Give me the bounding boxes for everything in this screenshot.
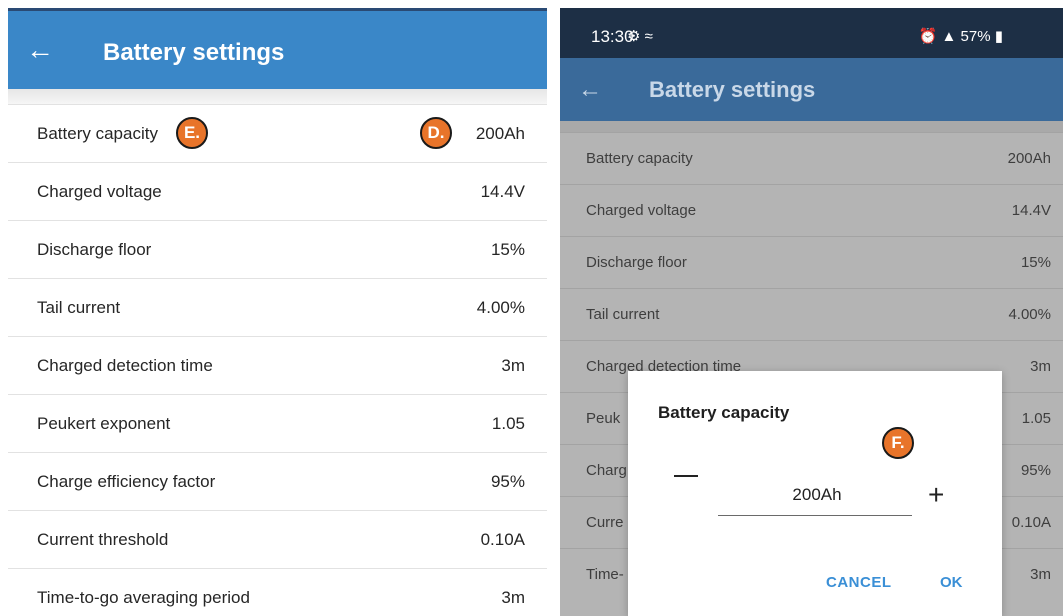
- setting-label: Time-to-go averaging period: [37, 588, 250, 607]
- setting-row-charge-efficiency-factor[interactable]: Charge efficiency factor 95%: [8, 452, 547, 510]
- alarm-icon: ⏰: [918, 28, 938, 45]
- setting-label: Tail current: [586, 306, 660, 323]
- app-bar-shadow: [8, 89, 547, 104]
- battery-settings-screen-right: 13:30 ⚙ ≈ ⏰ ▲ 57% ▮ ← Battery settings B…: [560, 8, 1063, 616]
- app-bar: ← Battery settings: [560, 58, 1063, 121]
- setting-value: 95%: [490, 472, 525, 491]
- battery-settings-screen-left: ← Battery settings Battery capacity 200A…: [8, 8, 547, 616]
- setting-value: 4.00%: [1008, 306, 1051, 323]
- decrement-button[interactable]: [674, 475, 698, 477]
- status-right-icons: ⏰ ▲ 57% ▮: [919, 27, 1003, 45]
- setting-label: Current threshold: [37, 530, 169, 549]
- setting-value: 3m: [1030, 566, 1051, 583]
- page-title: Battery settings: [649, 77, 816, 102]
- setting-label: Peuk: [586, 410, 621, 427]
- increment-button[interactable]: +: [928, 481, 944, 509]
- ok-button[interactable]: OK: [940, 574, 963, 591]
- back-arrow-icon[interactable]: ←: [26, 35, 54, 65]
- capacity-field[interactable]: [718, 479, 916, 516]
- setting-value: 0.10A: [480, 530, 525, 549]
- setting-value: 14.4V: [1011, 202, 1051, 219]
- annotation-marker-e: E.: [176, 117, 208, 149]
- setting-value: 14.4V: [480, 182, 525, 201]
- signal-icon: ▲: [941, 28, 957, 45]
- capacity-input[interactable]: [718, 479, 916, 511]
- setting-value: 200Ah: [1007, 150, 1051, 167]
- battery-percentage: 57%: [960, 28, 991, 45]
- setting-label: Discharge floor: [586, 254, 687, 271]
- setting-label: Battery capacity: [37, 124, 158, 143]
- setting-value: 3m: [1030, 358, 1051, 375]
- setting-value: 200Ah: [475, 124, 525, 143]
- setting-row-discharge-floor[interactable]: Discharge floor 15%: [8, 220, 547, 278]
- setting-value: 15%: [490, 240, 525, 259]
- setting-label: Charg: [586, 462, 627, 479]
- setting-row-charged-voltage[interactable]: Charged voltage 14.4V: [560, 184, 1063, 236]
- app-bar: ← Battery settings: [8, 11, 547, 89]
- setting-row-tail-current[interactable]: Tail current 4.00%: [560, 288, 1063, 340]
- setting-value: 1.05: [1021, 410, 1051, 427]
- setting-label: Charge efficiency factor: [37, 472, 216, 491]
- annotation-marker-d: D.: [420, 117, 452, 149]
- setting-row-charged-voltage[interactable]: Charged voltage 14.4V: [8, 162, 547, 220]
- dialog-title: Battery capacity: [658, 403, 790, 422]
- setting-value: 95%: [1020, 462, 1051, 479]
- cancel-button[interactable]: CANCEL: [826, 574, 892, 591]
- setting-value: 1.05: [491, 414, 525, 433]
- setting-label: Discharge floor: [37, 240, 152, 259]
- setting-label: Time-: [586, 566, 624, 583]
- app-bar-shadow: [560, 121, 1063, 132]
- battery-capacity-dialog: Battery capacity F. + CANCEL OK: [628, 371, 1002, 616]
- setting-row-battery-capacity[interactable]: Battery capacity 200Ah E. D.: [8, 104, 547, 162]
- setting-row-time-to-go-averaging-period[interactable]: Time-to-go averaging period 3m: [8, 568, 547, 616]
- setting-row-discharge-floor[interactable]: Discharge floor 15%: [560, 236, 1063, 288]
- page-title: Battery settings: [103, 39, 285, 66]
- setting-value: 15%: [1020, 254, 1051, 271]
- battery-icon: ▮: [994, 28, 1003, 45]
- setting-label: Charged voltage: [586, 202, 697, 219]
- setting-value: 3m: [501, 588, 525, 607]
- setting-label: Charged voltage: [37, 182, 162, 201]
- annotation-marker-f: F.: [882, 427, 914, 459]
- setting-row-tail-current[interactable]: Tail current 4.00%: [8, 278, 547, 336]
- wifi-icon: ⚙ ≈: [627, 28, 653, 45]
- setting-label: Curre: [586, 514, 624, 531]
- setting-label: Charged detection time: [37, 356, 213, 375]
- setting-value: 0.10A: [1011, 514, 1051, 531]
- setting-value: 3m: [501, 356, 525, 375]
- setting-row-current-threshold[interactable]: Current threshold 0.10A: [8, 510, 547, 568]
- setting-label: Battery capacity: [586, 150, 693, 167]
- setting-row-peukert-exponent[interactable]: Peukert exponent 1.05: [8, 394, 547, 452]
- setting-row-charged-detection-time[interactable]: Charged detection time 3m: [8, 336, 547, 394]
- phone-status-bar: 13:30 ⚙ ≈ ⏰ ▲ 57% ▮: [560, 8, 1063, 58]
- setting-value: 4.00%: [476, 298, 525, 317]
- back-arrow-icon[interactable]: ←: [578, 76, 602, 104]
- setting-row-battery-capacity[interactable]: Battery capacity 200Ah: [560, 132, 1063, 184]
- setting-label: Peukert exponent: [37, 414, 171, 433]
- setting-label: Tail current: [37, 298, 121, 317]
